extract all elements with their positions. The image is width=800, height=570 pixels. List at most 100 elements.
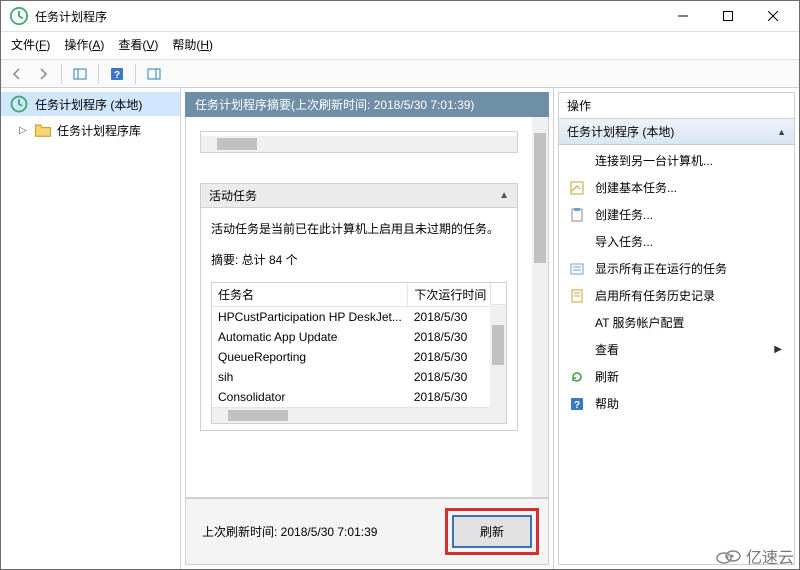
action-show-running[interactable]: 显示所有正在运行的任务 bbox=[559, 255, 794, 282]
action-create-basic-task[interactable]: 创建基本任务... bbox=[559, 174, 794, 201]
tree-expander-icon[interactable]: ▷ bbox=[19, 125, 29, 136]
tree-panel: 任务计划程序 (本地) ▷ 任务计划程序库 bbox=[1, 88, 181, 569]
toolbar-panes-button[interactable] bbox=[70, 64, 90, 84]
action-view-submenu[interactable]: 查看▶ bbox=[559, 336, 794, 363]
cell-name: QueueReporting bbox=[212, 347, 408, 367]
blank-icon bbox=[569, 315, 585, 331]
toolbar-help-button[interactable]: ? bbox=[107, 64, 127, 84]
list-icon bbox=[569, 261, 585, 277]
menu-help[interactable]: 帮助(H) bbox=[172, 36, 213, 53]
table-corner bbox=[490, 283, 506, 305]
table-row[interactable]: sih2018/5/30 bbox=[212, 367, 506, 387]
actions-context-label: 任务计划程序 (本地) bbox=[567, 123, 674, 140]
summary-body: 活动任务 ▲ 活动任务是当前已在此计算机上启用且未过期的任务。 摘要: 总计 8… bbox=[185, 117, 549, 498]
action-connect[interactable]: 连接到另一台计算机... bbox=[559, 147, 794, 174]
action-enable-history[interactable]: 启用所有任务历史记录 bbox=[559, 282, 794, 309]
action-create-task[interactable]: 创建任务... bbox=[559, 201, 794, 228]
table-row[interactable]: QueueReporting2018/5/30 bbox=[212, 347, 506, 367]
scrollbar-horizontal[interactable] bbox=[201, 136, 517, 152]
close-button[interactable] bbox=[750, 2, 795, 30]
scrollbar-horizontal[interactable] bbox=[212, 407, 490, 423]
cell-name: Automatic App Update bbox=[212, 327, 408, 347]
menu-file[interactable]: 文件(F) bbox=[11, 36, 50, 53]
scrollbar-thumb[interactable] bbox=[217, 138, 257, 150]
nav-back-button[interactable] bbox=[7, 64, 27, 84]
menu-action[interactable]: 操作(A) bbox=[64, 36, 104, 53]
watermark: 亿速云 bbox=[714, 544, 794, 568]
maximize-button[interactable] bbox=[705, 2, 750, 30]
scrollbar-thumb[interactable] bbox=[492, 325, 504, 365]
actions-context-header: 任务计划程序 (本地) ▲ bbox=[559, 119, 794, 145]
active-tasks-body: 活动任务是当前已在此计算机上启用且未过期的任务。 摘要: 总计 84 个 任务名… bbox=[200, 208, 518, 431]
app-icon bbox=[9, 94, 29, 114]
actions-header: 操作 bbox=[558, 92, 795, 119]
titlebar: 任务计划程序 bbox=[1, 1, 799, 31]
toolbar-show-action-pane-button[interactable] bbox=[144, 64, 164, 84]
svg-text:?: ? bbox=[574, 400, 580, 411]
last-refresh-text: 上次刷新时间: 2018/5/30 7:01:39 bbox=[202, 523, 377, 540]
center-panel: 任务计划程序摘要(上次刷新时间: 2018/5/30 7:01:39) 活动任务… bbox=[181, 88, 554, 569]
scrollbar-vertical[interactable] bbox=[532, 117, 548, 497]
task-table: 任务名 下次运行时间 HPCustParticipation HP DeskJe… bbox=[212, 283, 506, 407]
wizard-icon bbox=[569, 180, 585, 196]
refresh-icon bbox=[569, 369, 585, 385]
blank-icon bbox=[569, 153, 585, 169]
summary-header: 任务计划程序摘要(上次刷新时间: 2018/5/30 7:01:39) bbox=[185, 92, 549, 117]
blank-icon bbox=[569, 234, 585, 250]
minimize-button[interactable] bbox=[660, 2, 705, 30]
history-icon bbox=[569, 288, 585, 304]
action-label: 刷新 bbox=[595, 368, 619, 385]
active-tasks-summary: 摘要: 总计 84 个 bbox=[211, 251, 507, 268]
tree-root-label: 任务计划程序 (本地) bbox=[35, 96, 142, 113]
action-help[interactable]: ? 帮助 bbox=[559, 390, 794, 417]
action-label: 连接到另一台计算机... bbox=[595, 152, 713, 169]
action-refresh[interactable]: 刷新 bbox=[559, 363, 794, 390]
action-label: 帮助 bbox=[595, 395, 619, 412]
chevron-up-icon: ▲ bbox=[499, 190, 509, 201]
action-at-config[interactable]: AT 服务帐户配置 bbox=[559, 309, 794, 336]
active-tasks-header[interactable]: 活动任务 ▲ bbox=[200, 183, 518, 208]
refresh-button[interactable]: 刷新 bbox=[452, 515, 532, 548]
action-label: 创建任务... bbox=[595, 206, 653, 223]
tree-library-node[interactable]: ▷ 任务计划程序库 bbox=[1, 116, 180, 144]
actions-panel: 操作 任务计划程序 (本地) ▲ 连接到另一台计算机... 创建基本任务... … bbox=[554, 88, 799, 569]
toolbar-separator bbox=[61, 64, 62, 84]
window-controls bbox=[660, 2, 795, 30]
watermark-text: 亿速云 bbox=[746, 544, 794, 568]
blank-icon bbox=[569, 342, 585, 358]
tree-library-label: 任务计划程序库 bbox=[57, 122, 141, 139]
active-tasks-label: 活动任务 bbox=[209, 187, 257, 204]
table-row[interactable]: Automatic App Update2018/5/30 bbox=[212, 327, 506, 347]
menubar: 文件(F) 操作(A) 查看(V) 帮助(H) bbox=[1, 31, 799, 60]
tree-root-node[interactable]: 任务计划程序 (本地) bbox=[1, 92, 180, 116]
menu-view[interactable]: 查看(V) bbox=[118, 36, 158, 53]
cell-name: Consolidator bbox=[212, 387, 408, 407]
app-window: 任务计划程序 文件(F) 操作(A) 查看(V) 帮助(H) ? 任务计划程序 … bbox=[0, 0, 800, 570]
action-label: 创建基本任务... bbox=[595, 179, 677, 196]
nav-forward-button[interactable] bbox=[33, 64, 53, 84]
scrollbar-vertical[interactable] bbox=[490, 305, 506, 423]
toolbar-separator bbox=[135, 64, 136, 84]
action-label: AT 服务帐户配置 bbox=[595, 314, 685, 331]
toolbar-separator bbox=[98, 64, 99, 84]
actions-body: 任务计划程序 (本地) ▲ 连接到另一台计算机... 创建基本任务... 创建任… bbox=[558, 119, 795, 565]
window-title-wrap: 任务计划程序 bbox=[9, 6, 660, 26]
app-icon bbox=[9, 6, 29, 26]
action-label: 查看 bbox=[595, 341, 619, 358]
action-list: 连接到另一台计算机... 创建基本任务... 创建任务... 导入任务... 显… bbox=[559, 145, 794, 419]
toolbar: ? bbox=[1, 60, 799, 88]
summary-footer: 上次刷新时间: 2018/5/30 7:01:39 刷新 bbox=[185, 498, 549, 565]
folder-icon bbox=[33, 120, 53, 140]
task-icon bbox=[569, 207, 585, 223]
table-row[interactable]: Consolidator2018/5/30 bbox=[212, 387, 506, 407]
active-tasks-description: 活动任务是当前已在此计算机上启用且未过期的任务。 bbox=[211, 220, 507, 237]
action-label: 显示所有正在运行的任务 bbox=[595, 260, 727, 277]
col-task-name[interactable]: 任务名 bbox=[212, 283, 408, 307]
active-tasks-section: 活动任务 ▲ 活动任务是当前已在此计算机上启用且未过期的任务。 摘要: 总计 8… bbox=[200, 183, 518, 431]
action-import-task[interactable]: 导入任务... bbox=[559, 228, 794, 255]
overview-section-collapsed bbox=[200, 131, 518, 153]
scrollbar-thumb[interactable] bbox=[534, 133, 546, 263]
chevron-up-icon[interactable]: ▲ bbox=[777, 127, 786, 137]
scrollbar-thumb[interactable] bbox=[228, 410, 288, 421]
table-row[interactable]: HPCustParticipation HP DeskJet...2018/5/… bbox=[212, 307, 506, 328]
